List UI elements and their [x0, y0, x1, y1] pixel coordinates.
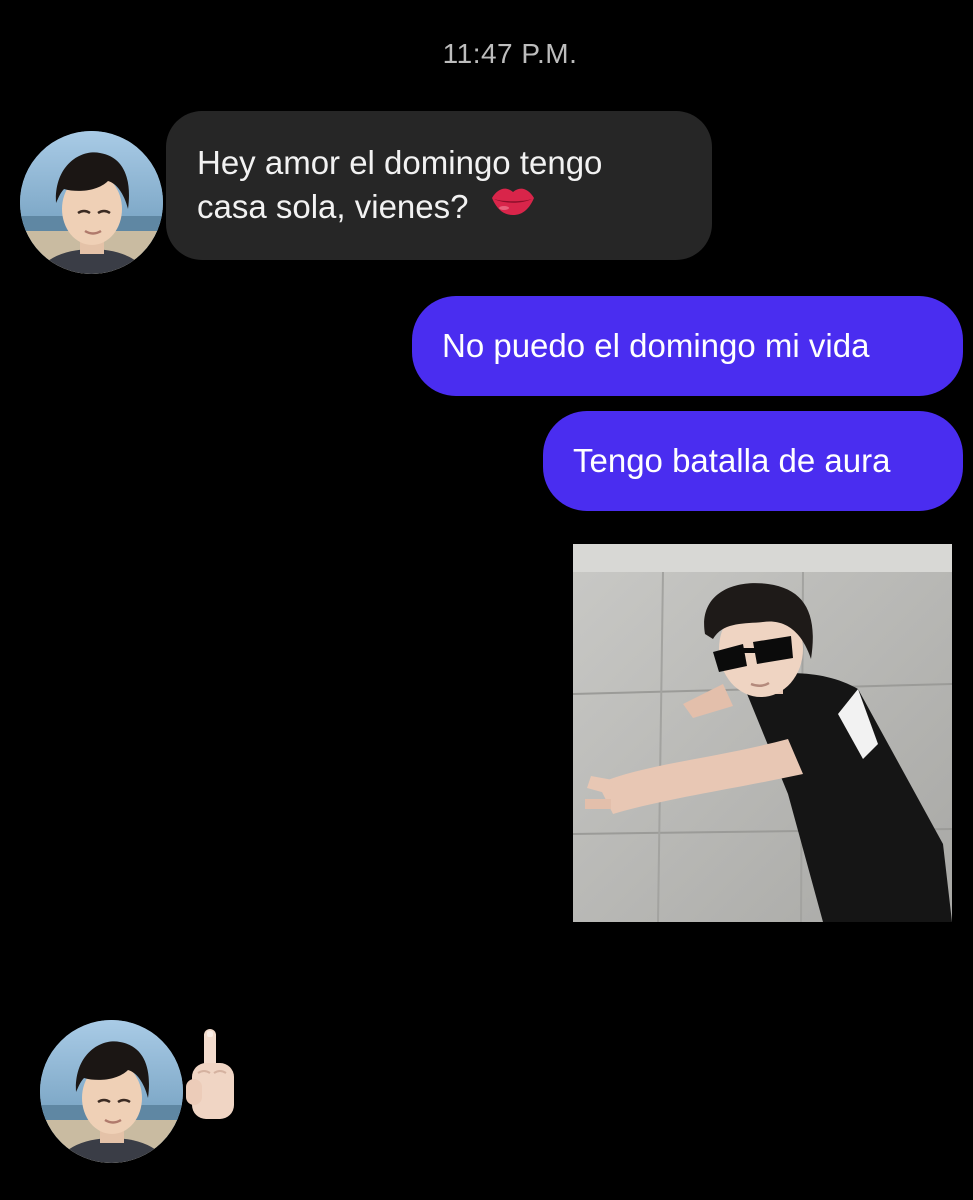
contact-avatar[interactable] — [20, 131, 163, 274]
photo-message[interactable] — [573, 544, 952, 922]
message-text: Tengo batalla de aura — [573, 442, 891, 479]
lips-icon — [490, 183, 536, 227]
contact-avatar[interactable] — [40, 1020, 183, 1163]
outgoing-message-bubble[interactable]: No puedo el domingo mi vida — [412, 296, 963, 396]
message-text-line: casa sola, vienes? — [197, 188, 469, 225]
message-text-line: Hey amor el domingo tengo — [197, 144, 603, 181]
message-timestamp: 11:47 P.M. — [442, 38, 578, 69]
message-text: No puedo el domingo mi vida — [442, 327, 870, 364]
incoming-message-bubble[interactable]: Hey amor el domingo tengo casa sola, vie… — [166, 111, 712, 260]
middle-finger-icon — [184, 1027, 240, 1127]
outgoing-message-bubble[interactable]: Tengo batalla de aura — [543, 411, 963, 511]
